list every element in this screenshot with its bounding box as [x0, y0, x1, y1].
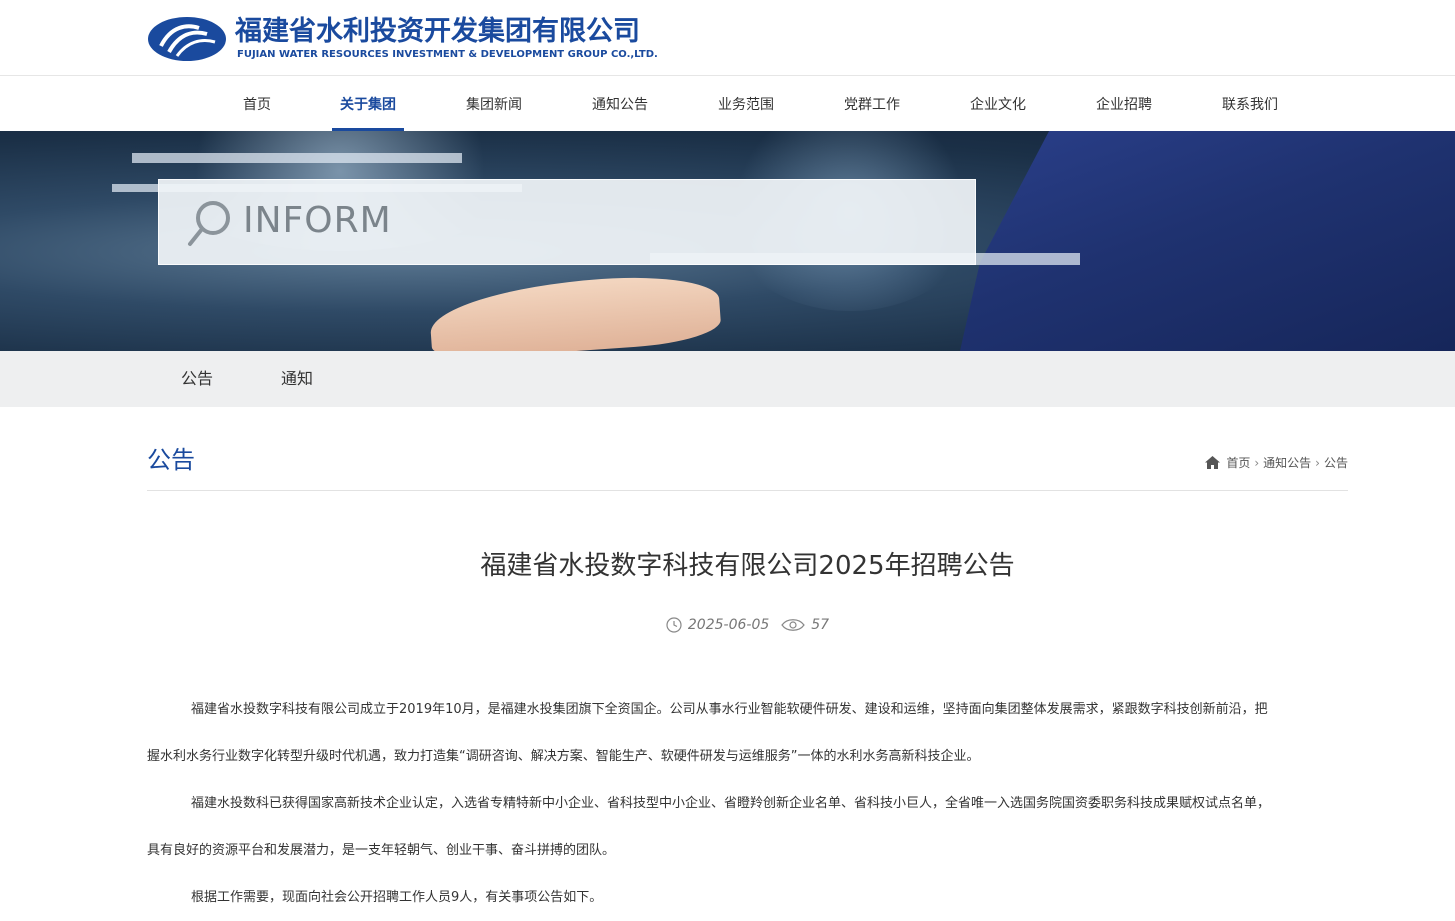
- nav-item-about[interactable]: 关于集团: [332, 76, 404, 131]
- site-header: 福建省水利投资开发集团有限公司 FUJIAN WATER RESOURCES I…: [0, 0, 1455, 76]
- article-views: 57: [781, 617, 829, 633]
- nav-item-recruit[interactable]: 企业招聘: [1096, 76, 1152, 131]
- article-paragraph: 福建水投数科已获得国家高新技术企业认定，入选省专精特新中小企业、省科技型中小企业…: [191, 796, 1271, 811]
- logo-mark-icon: [148, 17, 226, 61]
- logo-name-en: FUJIAN WATER RESOURCES INVESTMENT & DEVE…: [237, 49, 658, 60]
- banner-hand-image: [427, 270, 723, 351]
- nav-item-home[interactable]: 首页: [243, 76, 271, 131]
- section-title: 公告: [147, 446, 195, 474]
- breadcrumb-current[interactable]: 公告: [1324, 454, 1348, 471]
- eye-icon: [781, 619, 806, 631]
- subnav-item-notice[interactable]: 通知: [281, 351, 313, 407]
- main-nav: 首页 关于集团 集团新闻 通知公告 业务范围 党群工作 企业文化 企业招聘 联系…: [0, 76, 1455, 131]
- article-title: 福建省水投数字科技有限公司2025年招聘公告: [480, 551, 1015, 581]
- banner-search-text: INFORM: [243, 200, 392, 241]
- nav-item-contact[interactable]: 联系我们: [1222, 76, 1278, 131]
- logo-name-cn: 福建省水利投资开发集团有限公司: [235, 16, 640, 47]
- article-meta: 2025-06-05 57: [147, 617, 1348, 633]
- subnav-item-announcement[interactable]: 公告: [181, 351, 213, 407]
- nav-item-news[interactable]: 集团新闻: [466, 76, 522, 131]
- article-paragraph: 握水利水务行业数字化转型升级时代机遇，致力打造集“调研咨询、解决方案、智能生产、…: [147, 749, 980, 764]
- article-date: 2025-06-05: [687, 617, 770, 633]
- home-icon: [1205, 456, 1221, 469]
- chevron-right-icon: ›: [1254, 455, 1260, 470]
- breadcrumb-notices[interactable]: 通知公告: [1263, 454, 1311, 471]
- nav-item-culture[interactable]: 企业文化: [970, 76, 1026, 131]
- article-paragraph: 福建省水投数字科技有限公司成立于2019年10月，是福建水投集团旗下全资国企。公…: [191, 702, 1268, 717]
- article-paragraph: 根据工作需要，现面向社会公开招聘工作人员9人，有关事项公告如下。: [191, 890, 603, 905]
- banner-suit-image: [960, 131, 1455, 351]
- nav-item-party[interactable]: 党群工作: [844, 76, 900, 131]
- breadcrumb-home[interactable]: 首页: [1226, 454, 1250, 471]
- magnifier-icon: [188, 201, 230, 246]
- site-logo[interactable]: 福建省水利投资开发集团有限公司 FUJIAN WATER RESOURCES I…: [147, 12, 667, 68]
- article-view-count: 57: [811, 617, 830, 633]
- nav-item-notices[interactable]: 通知公告: [592, 76, 648, 131]
- sub-nav: 公告 通知: [0, 351, 1455, 407]
- divider: [147, 490, 1348, 491]
- banner-search-box: INFORM: [158, 179, 976, 265]
- nav-item-business[interactable]: 业务范围: [718, 76, 774, 131]
- clock-icon: [666, 617, 682, 633]
- article-paragraph: 具有良好的资源平台和发展潜力，是一支年轻朝气、创业干事、奋斗拼搏的团队。: [147, 843, 616, 858]
- banner-light-bar: [132, 153, 462, 163]
- chevron-right-icon: ›: [1315, 455, 1320, 470]
- breadcrumb: 首页 › 通知公告 › 公告: [1205, 454, 1348, 471]
- page-banner: INFORM: [0, 131, 1455, 351]
